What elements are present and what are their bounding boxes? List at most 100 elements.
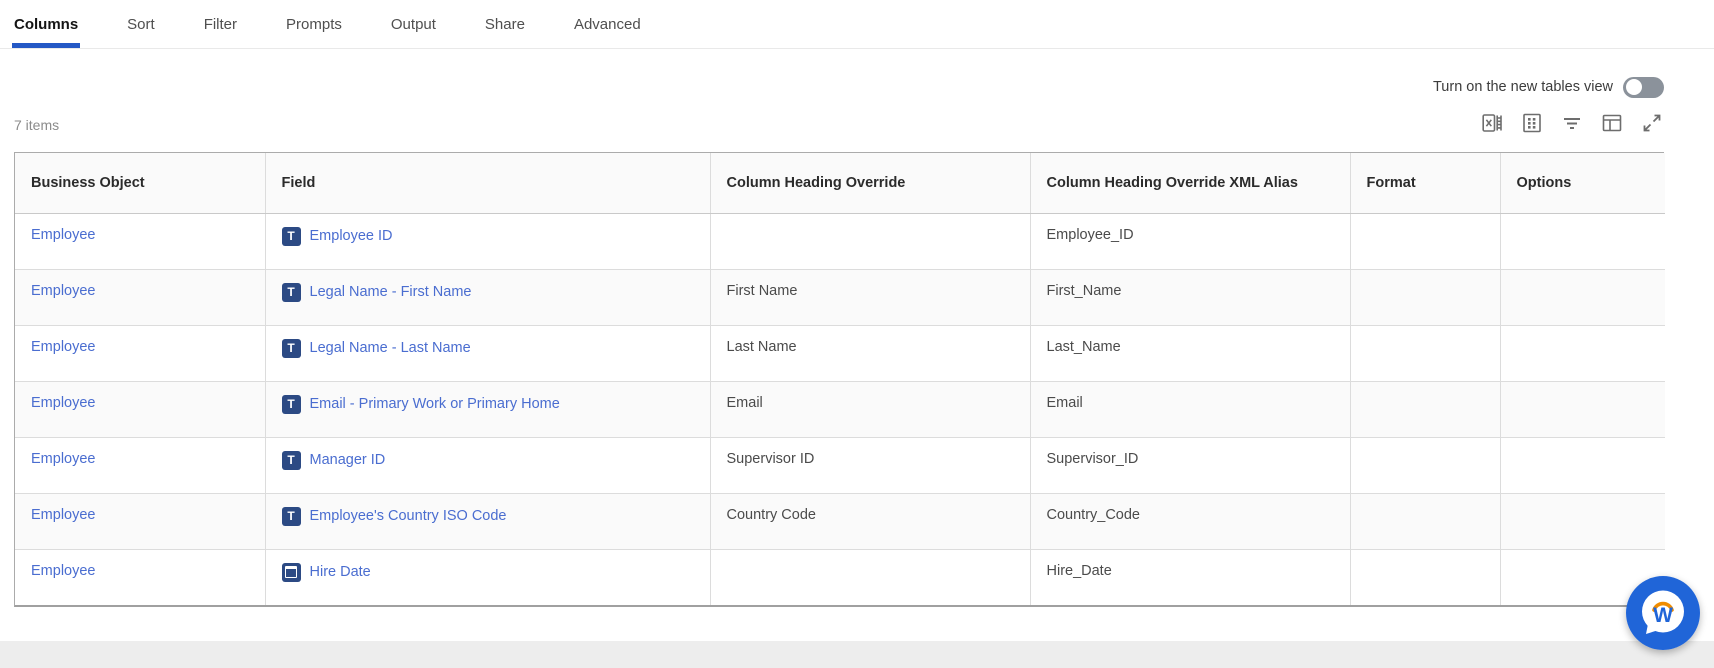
new-tables-view-toggle-label: Turn on the new tables view — [1433, 79, 1613, 95]
column-heading-override-cell: Last Name — [710, 325, 1030, 381]
business-object-cell: Employee — [15, 381, 265, 437]
text-field-icon: T — [282, 507, 301, 526]
field-link[interactable]: Employee ID — [310, 228, 393, 244]
business-object-link[interactable]: Employee — [31, 507, 95, 523]
field-link[interactable]: Legal Name - Last Name — [310, 340, 471, 356]
tab-columns[interactable]: Columns — [14, 0, 78, 48]
text-field-icon: T — [282, 451, 301, 470]
tab-filter[interactable]: Filter — [204, 0, 237, 48]
business-object-cell: Employee — [15, 213, 265, 269]
tab-share[interactable]: Share — [485, 0, 525, 48]
format-cell — [1350, 213, 1500, 269]
field-cell: T Legal Name - First Name — [265, 269, 710, 325]
col-header-format: Format — [1350, 153, 1500, 213]
xml-alias-cell: Country_Code — [1030, 493, 1350, 549]
format-cell — [1350, 493, 1500, 549]
field-link[interactable]: Hire Date — [310, 564, 371, 580]
date-field-icon — [282, 563, 301, 582]
business-object-link[interactable]: Employee — [31, 283, 95, 299]
table-row: Employee T Email - Primary Work or Primary… — [15, 381, 1665, 437]
text-field-icon: T — [282, 339, 301, 358]
business-object-cell: Employee — [15, 549, 265, 605]
xml-alias-cell: Email — [1030, 381, 1350, 437]
tab-output[interactable]: Output — [391, 0, 436, 48]
text-field-icon: T — [282, 283, 301, 302]
table-row: Employee T Legal Name - First Name First Na… — [15, 269, 1665, 325]
field-cell: T Email - Primary Work or Primary Home — [265, 381, 710, 437]
workday-w-letter: W — [1653, 604, 1673, 627]
table-row: Employee T Employee's Country ISO Code Coun… — [15, 493, 1665, 549]
options-cell — [1500, 213, 1665, 269]
field-cell: T Employee ID — [265, 213, 710, 269]
new-tables-view-toggle-row: Turn on the new tables view — [1433, 74, 1664, 100]
field-link[interactable]: Employee's Country ISO Code — [310, 508, 507, 524]
options-cell — [1500, 269, 1665, 325]
expand-icon[interactable] — [1640, 111, 1664, 135]
xml-alias-cell: Last_Name — [1030, 325, 1350, 381]
business-object-link[interactable]: Employee — [31, 451, 95, 467]
table-view-icon[interactable] — [1520, 111, 1544, 135]
tab-sort[interactable]: Sort — [127, 0, 155, 48]
table-row: Employee T Legal Name - Last Name Last Name… — [15, 325, 1665, 381]
excel-export-icon[interactable] — [1480, 111, 1504, 135]
format-cell — [1350, 269, 1500, 325]
field-link[interactable]: Email - Primary Work or Primary Home — [310, 396, 560, 412]
col-header-column-heading-override: Column Heading Override — [710, 153, 1030, 213]
column-heading-override-cell — [710, 213, 1030, 269]
column-heading-override-cell: Supervisor ID — [710, 437, 1030, 493]
tab-prompts[interactable]: Prompts — [286, 0, 342, 48]
workday-assistant-button[interactable]: W — [1626, 576, 1700, 650]
options-cell — [1500, 325, 1665, 381]
col-header-business-object: Business Object — [15, 153, 265, 213]
text-field-icon: T — [282, 227, 301, 246]
column-heading-override-cell: First Name — [710, 269, 1030, 325]
xml-alias-cell: Employee_ID — [1030, 213, 1350, 269]
options-cell — [1500, 437, 1665, 493]
field-cell: T Manager ID — [265, 437, 710, 493]
field-cell: Hire Date — [265, 549, 710, 605]
xml-alias-cell: Supervisor_ID — [1030, 437, 1350, 493]
field-cell: T Legal Name - Last Name — [265, 325, 710, 381]
tab-bar: Columns Sort Filter Prompts Output Share… — [0, 0, 1714, 49]
filter-icon[interactable] — [1560, 111, 1584, 135]
format-cell — [1350, 325, 1500, 381]
table-row: Employee T Manager ID Supervisor IDSupervis… — [15, 437, 1665, 493]
business-object-link[interactable]: Employee — [31, 563, 95, 579]
col-header-xml-alias: Column Heading Override XML Alias — [1030, 153, 1350, 213]
format-cell — [1350, 381, 1500, 437]
columns-table: Business Object Field Column Heading Ove… — [14, 152, 1664, 607]
options-cell — [1500, 381, 1665, 437]
items-count: 7 items — [14, 117, 59, 133]
column-heading-override-cell — [710, 549, 1030, 605]
business-object-link[interactable]: Employee — [31, 227, 95, 243]
calendar-glyph — [285, 566, 297, 578]
page-background-strip — [0, 641, 1714, 668]
business-object-cell: Employee — [15, 493, 265, 549]
xml-alias-cell: First_Name — [1030, 269, 1350, 325]
business-object-cell: Employee — [15, 437, 265, 493]
field-link[interactable]: Manager ID — [310, 452, 386, 468]
toggle-knob — [1626, 79, 1642, 95]
table-row: Employee T Employee ID Employee_ID — [15, 213, 1665, 269]
column-heading-override-cell: Country Code — [710, 493, 1030, 549]
new-tables-view-toggle[interactable] — [1623, 77, 1664, 98]
business-object-link[interactable]: Employee — [31, 395, 95, 411]
column-heading-override-cell: Email — [710, 381, 1030, 437]
field-cell: T Employee's Country ISO Code — [265, 493, 710, 549]
options-cell — [1500, 493, 1665, 549]
table-header: Business Object Field Column Heading Ove… — [15, 153, 1665, 213]
business-object-link[interactable]: Employee — [31, 339, 95, 355]
format-cell — [1350, 437, 1500, 493]
field-link[interactable]: Legal Name - First Name — [310, 284, 472, 300]
table-body: Employee T Employee ID Employee_ID Employee T… — [15, 213, 1665, 605]
col-header-options: Options — [1500, 153, 1665, 213]
business-object-cell: Employee — [15, 325, 265, 381]
text-field-icon: T — [282, 395, 301, 414]
col-header-field: Field — [265, 153, 710, 213]
format-cell — [1350, 549, 1500, 605]
freeze-panes-icon[interactable] — [1600, 111, 1624, 135]
xml-alias-cell: Hire_Date — [1030, 549, 1350, 605]
table-row: Employee Hire Date Hire_Date — [15, 549, 1665, 605]
business-object-cell: Employee — [15, 269, 265, 325]
tab-advanced[interactable]: Advanced — [574, 0, 641, 48]
